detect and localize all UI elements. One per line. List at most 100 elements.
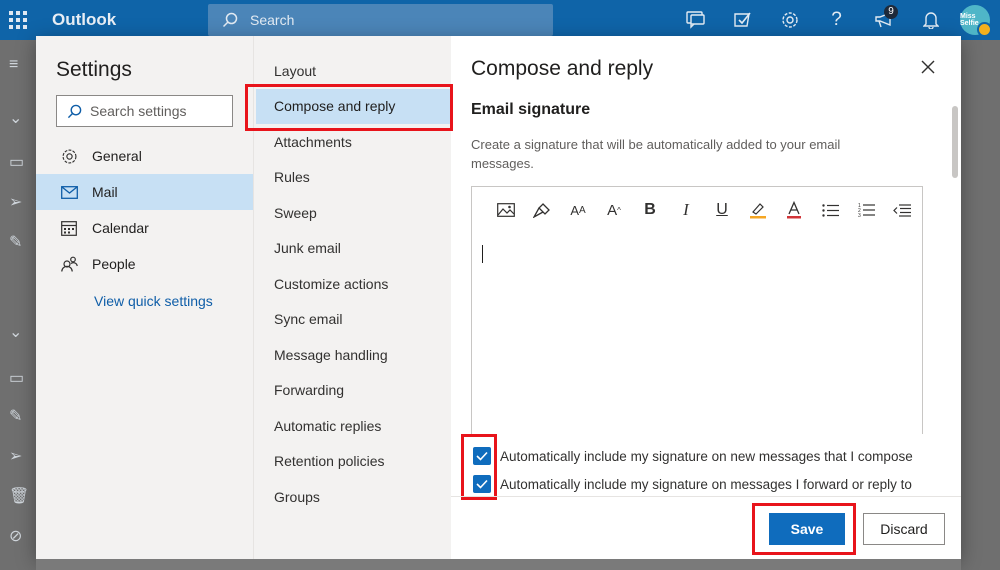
include-signature-forward-checkbox[interactable] — [473, 475, 491, 493]
send-icon[interactable]: ➢ — [9, 192, 22, 212]
whats-new-button[interactable]: 9 — [860, 0, 907, 40]
notifications-button[interactable] — [907, 0, 954, 40]
settings-nav: General Mail Calendar People — [36, 138, 253, 282]
mail-nav-compose-and-reply[interactable]: Compose and reply — [256, 88, 450, 124]
search-icon — [67, 104, 82, 118]
waffle-icon — [9, 11, 27, 29]
settings-dialog: Settings General Mail Cal — [36, 36, 961, 559]
nav-calendar[interactable]: Calendar — [36, 210, 253, 246]
decrease-indent-icon[interactable] — [884, 195, 920, 225]
nav-general-label: General — [92, 148, 142, 164]
mail-nav-retention-policies[interactable]: Retention policies — [254, 444, 452, 480]
chat-icon — [685, 11, 705, 29]
settings-sidebar: Settings General Mail Cal — [36, 36, 253, 559]
mail-nav-automatic-replies[interactable]: Automatic replies — [254, 408, 452, 444]
format-toolbar: AA A ^ B I U 123 — [472, 187, 922, 233]
nav-mail-label: Mail — [92, 184, 118, 200]
signature-editor[interactable]: AA A ^ B I U 123 — [471, 186, 923, 434]
mail-nav-list: Layout Compose and reply Attachments Rul… — [254, 53, 452, 515]
settings-title: Settings — [56, 58, 132, 81]
view-quick-settings-link[interactable]: View quick settings — [94, 293, 213, 309]
format-painter-icon[interactable] — [524, 195, 560, 225]
font-size-icon[interactable]: AA — [560, 195, 596, 225]
grow-font-icon[interactable]: A ^ — [596, 195, 632, 225]
search-settings-box[interactable] — [56, 95, 233, 127]
nav-mail[interactable]: Mail — [36, 174, 253, 210]
dialog-footer: Save Discard — [451, 496, 961, 559]
send-icon[interactable]: ➢ — [9, 446, 22, 466]
discard-button[interactable]: Discard — [863, 513, 945, 545]
avatar[interactable]: Miss Selfie — [960, 5, 992, 37]
include-signature-new-row: Automatically include my signature on ne… — [473, 445, 913, 467]
mail-settings-nav: Layout Compose and reply Attachments Rul… — [253, 36, 451, 559]
mail-nav-sync-email[interactable]: Sync email — [254, 302, 452, 338]
blocked-icon[interactable]: ⊘ — [9, 526, 22, 546]
left-rail: ≡ ⌄ ▭ ➢ ✎ ⌄ ▭ ✎ ➢ 🗑 ⊘ — [0, 40, 36, 570]
include-signature-forward-row: Automatically include my signature on me… — [473, 473, 912, 495]
todo-icon — [733, 12, 751, 27]
mail-nav-groups[interactable]: Groups — [254, 479, 452, 515]
checkmark-icon — [476, 451, 488, 461]
bold-icon[interactable]: B — [632, 195, 668, 225]
mail-nav-forwarding[interactable]: Forwarding — [254, 373, 452, 409]
trash-icon[interactable]: 🗑 — [9, 486, 29, 506]
panel-title: Compose and reply — [471, 57, 654, 80]
underline-icon[interactable]: U — [704, 195, 740, 225]
text-caret — [482, 245, 483, 263]
avatar-text: Miss Selfie — [960, 13, 979, 27]
signature-description: Create a signature that will be automati… — [471, 137, 841, 171]
pencil-icon[interactable]: ✎ — [9, 232, 22, 252]
close-button[interactable] — [917, 56, 939, 78]
mail-icon — [60, 185, 78, 199]
mail-nav-rules[interactable]: Rules — [254, 160, 452, 196]
pencil-icon[interactable]: ✎ — [9, 406, 22, 426]
nav-general[interactable]: General — [36, 138, 253, 174]
mail-nav-message-handling[interactable]: Message handling — [254, 337, 452, 373]
inbox-icon[interactable]: ▭ — [9, 152, 24, 172]
search-settings-input[interactable] — [90, 103, 230, 119]
search-bar[interactable]: Search — [208, 4, 553, 36]
bullets-icon[interactable] — [812, 195, 848, 225]
app-brand[interactable]: Outlook — [52, 10, 207, 30]
save-button[interactable]: Save — [769, 513, 845, 545]
font-color-icon[interactable] — [776, 195, 812, 225]
nav-people[interactable]: People — [36, 246, 253, 282]
nav-people-label: People — [92, 256, 136, 272]
help-button[interactable]: ? — [813, 0, 860, 40]
nav-calendar-label: Calendar — [92, 220, 149, 236]
mail-nav-junk-email[interactable]: Junk email — [254, 231, 452, 267]
mail-nav-attachments[interactable]: Attachments — [254, 124, 452, 160]
compose-reply-panel: Compose and reply Email signature Create… — [451, 36, 961, 559]
mail-nav-customize-actions[interactable]: Customize actions — [254, 266, 452, 302]
numbering-icon[interactable]: 123 — [848, 195, 884, 225]
bell-icon — [922, 12, 939, 29]
panel-scrollbar[interactable] — [952, 106, 958, 178]
chevron-down-icon[interactable]: ⌄ — [9, 108, 22, 128]
hamburger-icon[interactable]: ≡ — [9, 56, 18, 74]
include-signature-new-label: Automatically include my signature on ne… — [500, 448, 913, 464]
image-icon[interactable] — [488, 195, 524, 225]
settings-button[interactable] — [766, 0, 813, 40]
calendar-icon — [60, 220, 78, 236]
highlight-icon[interactable] — [740, 195, 776, 225]
inbox-icon[interactable]: ▭ — [9, 368, 24, 388]
include-signature-forward-label: Automatically include my signature on me… — [500, 476, 912, 492]
todo-button[interactable] — [719, 0, 766, 40]
people-icon — [60, 256, 78, 272]
search-icon — [222, 12, 238, 28]
top-bar: Outlook Search ? 9 Miss Selfie — [0, 0, 1000, 40]
search-placeholder: Search — [250, 12, 295, 28]
teams-chat-button[interactable] — [672, 0, 719, 40]
gear-icon — [781, 12, 798, 28]
app-launcher-button[interactable] — [0, 0, 36, 40]
mail-nav-sweep[interactable]: Sweep — [254, 195, 452, 231]
svg-text:3: 3 — [858, 213, 861, 217]
chevron-down-icon[interactable]: ⌄ — [9, 322, 22, 342]
background-strip — [36, 559, 961, 570]
email-signature-heading: Email signature — [471, 101, 591, 118]
include-signature-new-checkbox[interactable] — [473, 447, 491, 465]
mail-nav-layout[interactable]: Layout — [254, 53, 452, 89]
checkmark-icon — [476, 479, 488, 489]
italic-icon[interactable]: I — [668, 195, 704, 225]
gear-icon — [60, 148, 78, 165]
